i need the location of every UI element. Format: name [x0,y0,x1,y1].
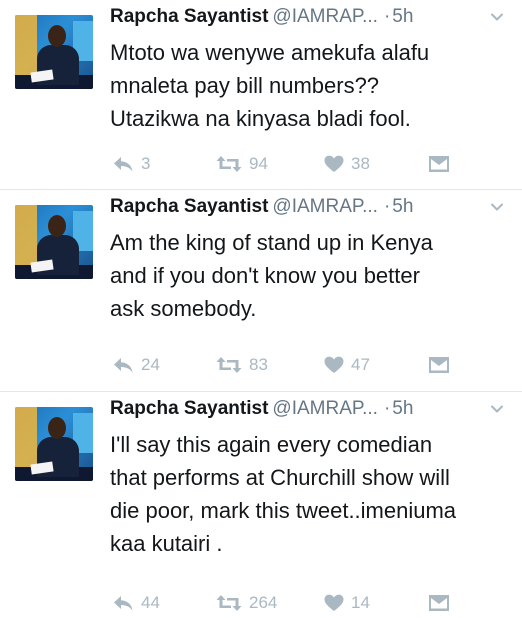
reply-count: 24 [141,355,160,374]
timestamp[interactable]: 5h [392,196,413,217]
like-count: 14 [351,593,370,612]
tweet-header: Rapcha Sayantist @IAMRAP... · 5h [110,6,510,34]
tweet-text-line: I'll say this again every comedian [110,432,433,457]
reply-icon [114,358,133,373]
author-name[interactable]: Rapcha Sayantist [110,398,268,419]
retweet-button[interactable]: 83 [216,354,268,376]
reply-button[interactable]: 3 [112,153,150,175]
separator-dot: · [383,398,391,419]
timestamp[interactable]: 5h [392,398,413,419]
direct-message-button[interactable] [428,592,450,614]
tweet-header: Rapcha Sayantist @IAMRAP... · 5h [110,196,510,224]
avatar[interactable] [15,205,93,279]
tweet-text-line: Am the king of stand up in Kenya [110,230,433,255]
avatar[interactable] [15,407,93,481]
tweet-text-line: and if you don't know you better [110,263,420,288]
envelope-icon [429,595,449,611]
retweet-icon [216,357,242,373]
like-button[interactable]: 14 [324,592,370,614]
retweet-count: 94 [249,154,268,173]
tweet-feed: Rapcha Sayantist @IAMRAP... · 5h Mtoto wa w… [0,0,522,618]
tweet-text-line: that performs at Churchill show will [110,465,450,490]
tweet-text-line: ask somebody. [110,296,257,321]
author-handle[interactable]: @IAMRAP... [272,398,378,419]
reply-icon [114,596,133,611]
tweet-text: Mtoto wa wenywe amekufa alafu mnaleta pa… [110,36,510,135]
direct-message-button[interactable] [428,354,450,376]
reply-button[interactable]: 24 [112,354,160,376]
like-count: 38 [351,154,370,173]
heart-icon [324,356,344,373]
heart-icon [324,594,344,611]
tweet-actions: 3 94 38 [112,153,472,175]
chevron-down-icon[interactable] [490,10,504,24]
tweet-text-line: kaa kutairi . [110,531,223,556]
like-count: 47 [351,355,370,374]
tweet-header: Rapcha Sayantist @IAMRAP... · 5h [110,398,510,426]
retweet-count: 83 [249,355,268,374]
author-handle[interactable]: @IAMRAP... [272,196,378,217]
tweet-text-line: mnaleta pay bill numbers?? [110,73,380,98]
timestamp[interactable]: 5h [392,6,413,27]
avatar[interactable] [15,15,93,89]
tweet-actions: 44 264 14 [112,592,472,614]
tweet-actions: 24 83 47 [112,354,472,376]
direct-message-button[interactable] [428,153,450,175]
chevron-down-icon[interactable] [490,200,504,214]
envelope-icon [429,156,449,172]
author-handle[interactable]: @IAMRAP... [272,6,378,27]
heart-icon [324,155,344,172]
reply-count: 3 [141,154,151,173]
reply-button[interactable]: 44 [112,592,160,614]
chevron-down-icon[interactable] [490,402,504,416]
like-button[interactable]: 47 [324,354,370,376]
author-name[interactable]: Rapcha Sayantist [110,6,268,27]
tweet-text-line: die poor, mark this tweet..imeniuma [110,498,457,523]
separator-dot: · [383,196,391,217]
reply-count: 44 [141,593,160,612]
tweet-text-line: Mtoto wa wenywe amekufa alafu [110,40,430,65]
reply-icon [114,157,133,172]
envelope-icon [429,357,449,373]
tweet-text-line: Utazikwa na kinyasa bladi fool. [110,106,411,131]
like-button[interactable]: 38 [324,153,370,175]
tweet-text: I'll say this again every comedian that … [110,428,510,560]
retweet-icon [216,156,242,172]
tweet[interactable]: Rapcha Sayantist @IAMRAP... · 5h Mtoto wa w… [0,0,522,190]
retweet-button[interactable]: 94 [216,153,268,175]
tweet[interactable]: Rapcha Sayantist @IAMRAP... · 5h Am the kin… [0,190,522,392]
retweet-icon [216,595,242,611]
retweet-count: 264 [249,593,278,612]
author-name[interactable]: Rapcha Sayantist [110,196,268,217]
retweet-button[interactable]: 264 [216,592,277,614]
separator-dot: · [383,6,391,27]
tweet-text: Am the king of stand up in Kenya and if … [110,226,510,325]
tweet[interactable]: Rapcha Sayantist @IAMRAP... · 5h I'll say t… [0,392,522,618]
